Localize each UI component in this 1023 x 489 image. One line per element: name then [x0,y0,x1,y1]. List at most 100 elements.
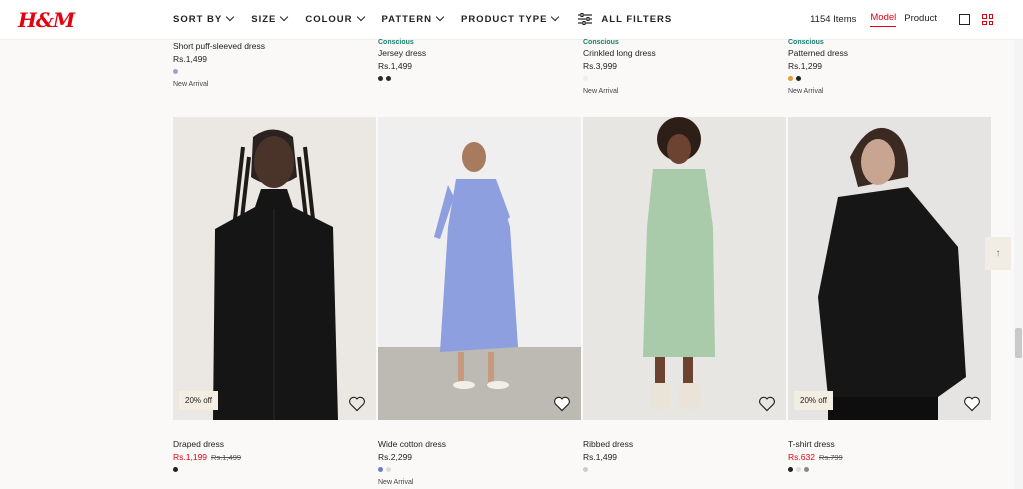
view-tools: 1154 Items Model Product [810,12,993,27]
color-swatch[interactable] [583,76,588,81]
product-type-filter[interactable]: PRODUCT TYPE [460,12,560,25]
product-name[interactable]: Crinkled long dress [583,48,786,58]
product-price: Rs.2,299 [378,452,413,462]
colour-filter[interactable]: COLOUR [305,12,365,25]
product-card[interactable]: Conscious Patterned dress Rs.1,299 New A… [788,39,991,95]
color-swatch[interactable] [788,76,793,81]
color-swatch[interactable] [583,467,588,472]
color-swatch[interactable] [378,76,383,81]
color-swatch[interactable] [386,76,391,81]
color-swatches [788,76,991,82]
color-swatches [173,69,376,75]
sale-price: Rs.632 [788,452,815,462]
filter-label: SORT BY [173,13,223,25]
product-card[interactable]: Conscious Crinkled long dress Rs.3,999 N… [583,39,786,95]
chevron-down-icon [435,12,445,22]
product-info: Ribbed dress Rs.1,499 [583,437,786,473]
new-arrival-marker: New Arrival [788,88,824,95]
product-name[interactable]: Ribbed dress [583,439,786,449]
top-bar: H&M SORT BY SIZE COLOUR PATTERN PRODUCT … [0,0,1023,40]
model-photo [788,117,991,420]
item-count: 1154 Items [810,14,857,25]
original-price: Rs.799 [818,453,843,462]
color-swatch[interactable] [796,467,801,472]
product-price: Rs.1,499 [173,54,208,64]
product-image-t-shirt-dress[interactable]: 20% off [788,117,991,420]
heart-icon[interactable] [553,396,571,412]
product-name[interactable]: Draped dress [173,439,376,449]
conscious-tag: Conscious [788,39,824,46]
product-price: Rs.3,999 [583,61,618,71]
color-swatches [378,76,581,82]
product-price: Rs.1,199 Rs.1,499 [173,452,376,462]
single-column-icon[interactable] [959,14,970,25]
product-info: Wide cotton dress Rs.2,299 New Arrival [378,437,581,486]
color-swatches [583,467,786,473]
product-name[interactable]: Jersey dress [378,48,581,58]
chevron-down-icon [280,12,289,22]
chevron-down-icon [225,12,235,22]
product-price: Rs.1,299 [788,61,823,71]
product-image-wide-cotton-dress[interactable] [378,117,581,420]
color-swatches [788,467,991,473]
product-image-draped-dress[interactable]: 20% off [173,117,376,420]
heart-icon[interactable] [963,396,981,412]
product-price: Rs.1,499 [583,452,618,462]
filter-bar: SORT BY SIZE COLOUR PATTERN PRODUCT TYPE… [173,12,672,25]
all-filters-label: ALL FILTERS [601,13,673,25]
filter-label: PRODUCT TYPE [460,13,548,25]
sale-price: Rs.1,199 [173,452,208,462]
color-swatches [583,76,786,82]
size-filter[interactable]: SIZE [251,12,289,25]
color-swatch[interactable] [804,467,809,472]
model-photo [173,117,376,420]
product-name[interactable]: Wide cotton dress [378,439,581,449]
all-filters-button[interactable]: ALL FILTERS [578,13,672,25]
product-price: Rs.632 Rs.799 [788,452,991,462]
color-swatch[interactable] [788,467,793,472]
hm-logo[interactable]: H&M [18,8,75,32]
sliders-icon [578,13,593,25]
color-swatch[interactable] [173,467,178,472]
original-price: Rs.1,499 [211,453,242,462]
pattern-filter[interactable]: PATTERN [381,12,445,25]
product-image-ribbed-dress[interactable] [583,117,786,420]
product-info: T-shirt dress Rs.632 Rs.799 [788,437,991,473]
sort-by-filter[interactable]: SORT BY [173,12,235,25]
conscious-tag: Conscious [378,39,414,46]
product-name[interactable]: T-shirt dress [788,439,991,449]
color-swatch[interactable] [796,76,801,81]
arrow-up-icon: ↑ [995,248,1001,259]
filter-label: COLOUR [305,13,353,25]
model-photo [378,117,581,420]
color-swatch[interactable] [386,467,391,472]
product-card[interactable]: Short puff-sleeved dress Rs.1,499 New Ar… [173,39,376,88]
heart-icon[interactable] [758,396,776,412]
color-swatch[interactable] [173,69,178,74]
filter-label: PATTERN [381,13,432,25]
scrollbar-track[interactable] [1014,40,1023,489]
product-card[interactable]: Conscious Jersey dress Rs.1,499 [378,39,581,82]
product-info: Draped dress Rs.1,199 Rs.1,499 [173,437,376,473]
scrollbar-thumb[interactable] [1015,328,1022,358]
color-swatch[interactable] [378,467,383,472]
product-name[interactable]: Short puff-sleeved dress [173,41,376,51]
heart-icon[interactable] [348,396,366,412]
new-arrival-marker: New Arrival [583,88,619,95]
new-arrival-marker: New Arrival [173,81,209,88]
product-name[interactable]: Patterned dress [788,48,991,58]
view-model-toggle[interactable]: Model [870,12,897,27]
chevron-down-icon [356,12,365,22]
filter-label: SIZE [251,13,277,25]
new-arrival-marker: New Arrival [378,479,414,486]
view-product-toggle[interactable]: Product [904,13,937,27]
product-price: Rs.1,499 [378,61,413,71]
discount-badge: 20% off [794,391,833,410]
grid-view-icon[interactable] [982,14,993,25]
scroll-to-top-button[interactable]: ↑ [985,237,1011,270]
model-photo [583,117,786,420]
discount-badge: 20% off [179,391,218,410]
color-swatches [173,467,376,473]
color-swatches [378,467,581,473]
conscious-tag: Conscious [583,39,619,46]
